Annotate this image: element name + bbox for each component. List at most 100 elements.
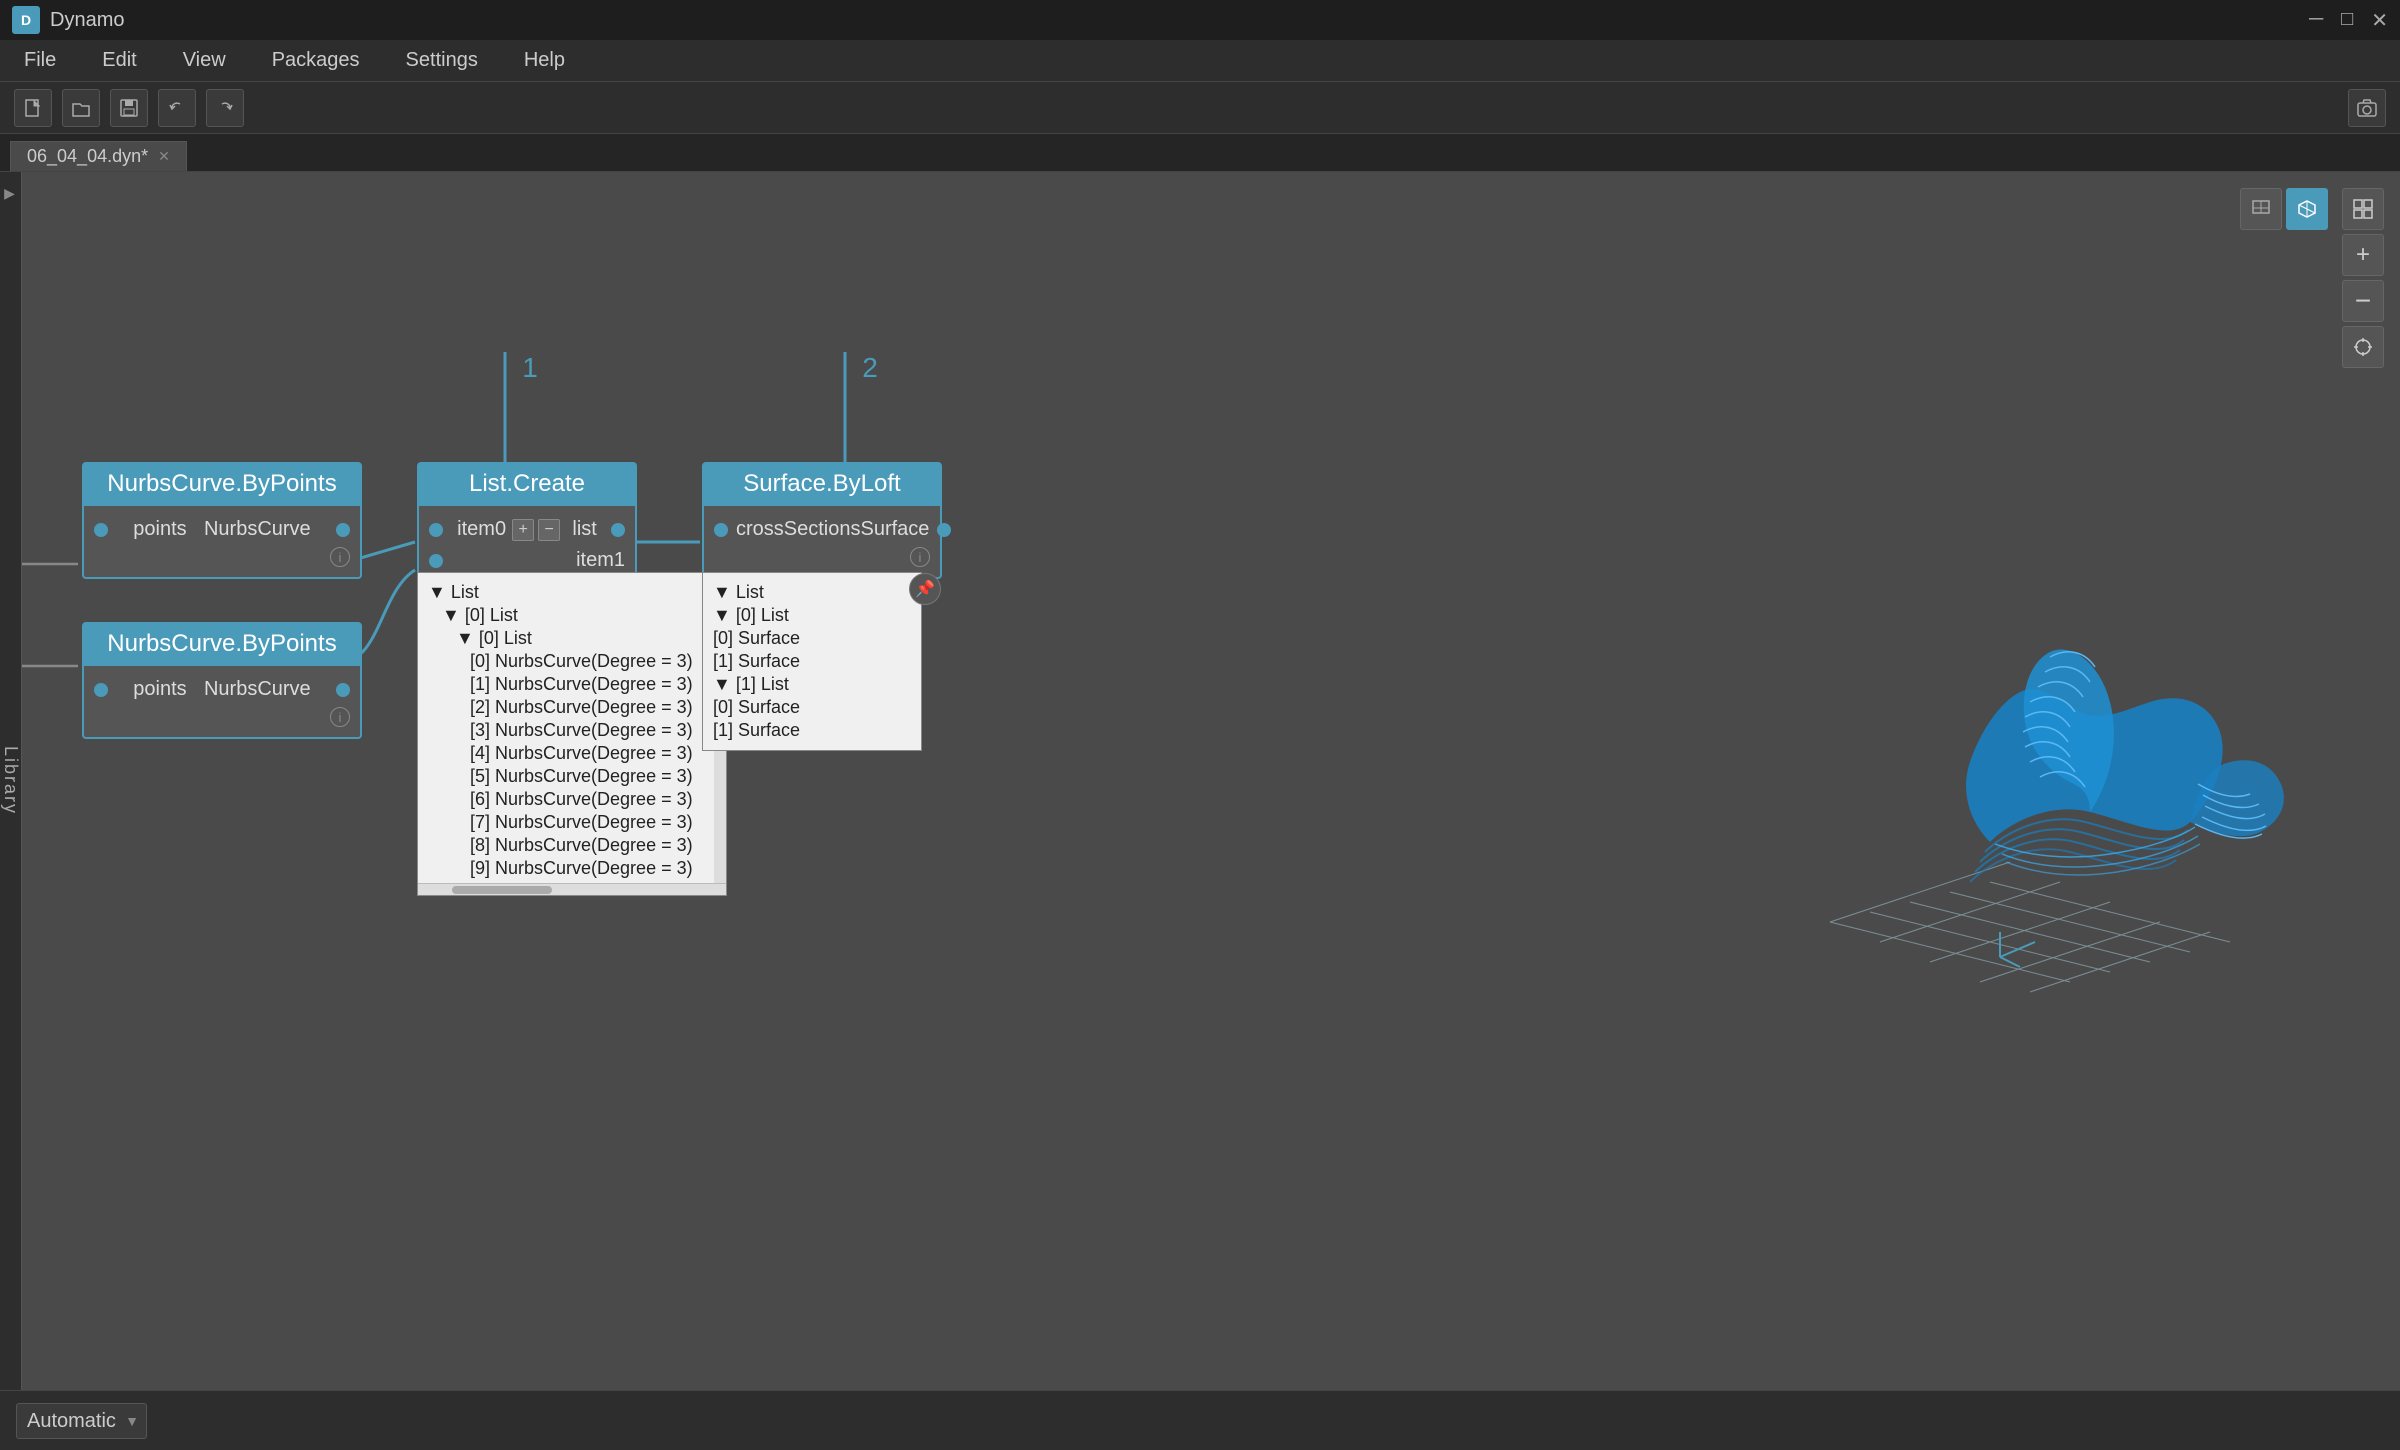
node-nurbs2-body: points NurbsCurve i [82, 666, 362, 739]
byloft-info-icon[interactable]: i [910, 547, 930, 567]
listcreate-port-controls: + − [512, 519, 560, 541]
node-listcreate[interactable]: List.Create item0 + − list item1 [417, 462, 637, 586]
nurbs1-points-label: points [133, 518, 186, 541]
surface-preview-item-6: [1] Surface [713, 719, 911, 742]
byloft-cross-label: crossSections [736, 518, 861, 541]
execution-mode-wrapper: Automatic Manual ▼ [16, 1403, 147, 1439]
list-preview-item-2: ▼ [0] List [428, 627, 716, 650]
port-dot-listcreate-item1[interactable] [429, 554, 443, 568]
listcreate-remove-btn[interactable]: − [538, 519, 560, 541]
nurbs2-points-label: points [133, 678, 186, 701]
library-label: Library [0, 746, 21, 815]
menu-file[interactable]: File [16, 45, 64, 76]
app-title: Dynamo [50, 9, 124, 32]
library-sidebar[interactable]: ▶ Library [0, 172, 22, 1390]
list-preview-item-6: [3] NurbsCurve(Degree = 3) [428, 719, 716, 742]
camera-button[interactable] [2348, 89, 2386, 127]
list-preview-item-13: [10] NurbsCurve(Degree = 3… [428, 880, 716, 883]
nurbs1-info-icon[interactable]: i [330, 547, 350, 567]
surface-preview-item-3: [1] Surface [713, 650, 911, 673]
nurbs2-info-icon[interactable]: i [330, 707, 350, 727]
listcreate-item1-label: item1 [576, 549, 625, 572]
menu-view[interactable]: View [175, 45, 234, 76]
open-button[interactable] [62, 89, 100, 127]
menu-settings[interactable]: Settings [398, 45, 486, 76]
3d-view-svg [1810, 562, 2330, 1002]
surface-preview-item-5: [0] Surface [713, 696, 911, 719]
minimize-btn[interactable]: ─ [2309, 8, 2323, 33]
surface-preview-pin-btn[interactable]: 📌 [909, 573, 941, 605]
listcreate-item0-label: item0 [457, 518, 506, 541]
view-2d-btn[interactable] [2240, 188, 2282, 230]
list-preview-item-7: [4] NurbsCurve(Degree = 3) [428, 742, 716, 765]
list-preview-item-4: [1] NurbsCurve(Degree = 3) [428, 673, 716, 696]
undo-button[interactable] [158, 89, 196, 127]
list-preview-scroll-thumb-h[interactable] [452, 886, 552, 894]
port-dot-listcreate-item0[interactable] [429, 523, 443, 537]
listcreate-add-btn[interactable]: + [512, 519, 534, 541]
close-btn[interactable]: ✕ [2371, 8, 2388, 33]
node-byloft-port-cross: crossSections Surface [704, 514, 940, 545]
list-preview: ▼ List ▼ [0] List ▼ [0] List [0] NurbsCu… [417, 572, 727, 896]
zoom-out-btn[interactable]: − [2342, 280, 2384, 322]
menu-help[interactable]: Help [516, 45, 573, 76]
nurbs1-output-label: NurbsCurve [204, 518, 311, 541]
list-preview-item-11: [8] NurbsCurve(Degree = 3) [428, 834, 716, 857]
menu-bar: File Edit View Packages Settings Help [0, 40, 2400, 82]
node-byloft-body: crossSections Surface i [702, 506, 942, 579]
node-nurbs1-port-points: points NurbsCurve [84, 514, 360, 545]
port-dot-nurbs2-points[interactable] [94, 683, 108, 697]
redo-button[interactable] [206, 89, 244, 127]
maximize-btn[interactable]: □ [2341, 8, 2353, 33]
menu-edit[interactable]: Edit [94, 45, 144, 76]
node-byloft-title: Surface.ByLoft [702, 462, 942, 506]
zoom-controls: + − [2342, 188, 2384, 368]
toolbar [0, 82, 2400, 134]
port-dot-nurbs1-output[interactable] [336, 523, 350, 537]
list-preview-item-3: [0] NurbsCurve(Degree = 3) [428, 650, 716, 673]
tab-close-btn[interactable]: ✕ [158, 148, 170, 165]
port-dot-byloft-output[interactable] [937, 523, 951, 537]
surface-preview-item-0: ▼ List [713, 581, 911, 604]
listcreate-output-label: list [572, 518, 596, 541]
list-preview-content: ▼ List ▼ [0] List ▼ [0] List [0] NurbsCu… [418, 573, 726, 883]
view-mode-buttons [2240, 188, 2328, 230]
library-expand-arrow: ▶ [3, 186, 19, 202]
node-nurbs1[interactable]: NurbsCurve.ByPoints points NurbsCurve i [82, 462, 362, 579]
window-controls: ─ □ ✕ [2309, 8, 2388, 33]
surface-preview-content: ▼ List ▼ [0] List [0] Surface [1] Surfac… [703, 573, 921, 750]
title-bar: D Dynamo ─ □ ✕ [0, 0, 2400, 40]
surface-preview: ▼ List ▼ [0] List [0] Surface [1] Surfac… [702, 572, 922, 751]
byloft-output-label: Surface [861, 518, 930, 541]
canvas: 1 2 NurbsCurve.ByPoints points NurbsCurv… [22, 172, 2400, 1390]
surface-preview-item-4: ▼ [1] List [713, 673, 911, 696]
node-nurbs2[interactable]: NurbsCurve.ByPoints points NurbsCurve i [82, 622, 362, 739]
node-listcreate-title: List.Create [417, 462, 637, 506]
execution-mode-select[interactable]: Automatic Manual [16, 1403, 147, 1439]
crosshair-btn[interactable] [2342, 326, 2384, 368]
port-dot-nurbs1-points[interactable] [94, 523, 108, 537]
port-dot-nurbs2-output[interactable] [336, 683, 350, 697]
workspace[interactable]: ▶ Library 1 2 NurbsCurve.ByPoints points… [0, 172, 2400, 1390]
file-tab[interactable]: 06_04_04.dyn* ✕ [10, 141, 187, 171]
status-bar: Automatic Manual ▼ [0, 1390, 2400, 1450]
app-icon: D [12, 6, 40, 34]
save-button[interactable] [110, 89, 148, 127]
list-preview-item-10: [7] NurbsCurve(Degree = 3) [428, 811, 716, 834]
port-dot-listcreate-output[interactable] [611, 523, 625, 537]
fit-view-btn[interactable] [2342, 188, 2384, 230]
tab-label: 06_04_04.dyn* [27, 146, 148, 167]
menu-packages[interactable]: Packages [264, 45, 368, 76]
list-preview-item-9: [6] NurbsCurve(Degree = 3) [428, 788, 716, 811]
surface-preview-item-1: ▼ [0] List [713, 604, 911, 627]
zoom-in-btn[interactable]: + [2342, 234, 2384, 276]
list-preview-scrollbar-h[interactable] [418, 883, 726, 895]
viewport-3d [1810, 562, 2330, 1002]
port-dot-byloft-cross[interactable] [714, 523, 728, 537]
node-number-1: 1 [510, 352, 550, 384]
node-byloft[interactable]: Surface.ByLoft crossSections Surface i [702, 462, 942, 579]
list-preview-item-8: [5] NurbsCurve(Degree = 3) [428, 765, 716, 788]
view-3d-btn[interactable] [2286, 188, 2328, 230]
new-button[interactable] [14, 89, 52, 127]
node-nurbs1-body: points NurbsCurve i [82, 506, 362, 579]
